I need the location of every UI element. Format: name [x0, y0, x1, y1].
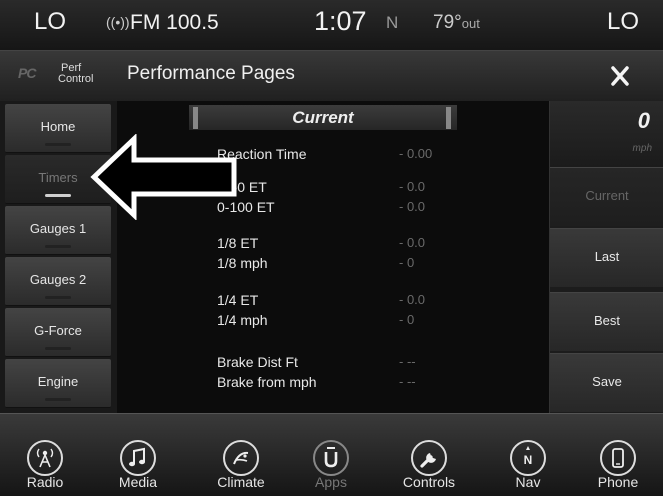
save-button-label: Save [592, 374, 622, 389]
nav-item-label: Gauges 1 [29, 221, 87, 236]
temperature-value: 79° [433, 12, 462, 33]
dock-label: Apps [315, 474, 347, 490]
nav-item-label: Engine [37, 374, 79, 389]
nav-indicator [45, 347, 71, 350]
timer-label: Brake from mph [217, 374, 317, 390]
nav-item-engine[interactable]: Engine [5, 359, 111, 408]
timer-value: - 0.0 [399, 199, 426, 214]
timer-value: - 0.0 [399, 179, 426, 194]
infotainment-screen: LO ((•)) FM 100.5 1:07 N 79°out LO PC Pe… [0, 0, 663, 496]
dock-apps[interactable]: Apps [286, 420, 376, 496]
callout-arrow-icon [90, 134, 237, 220]
dock-controls[interactable]: Controls [384, 420, 474, 496]
compass-icon: N [524, 446, 533, 467]
dock-label: Phone [597, 474, 639, 490]
nav-item-g-force[interactable]: G-Force [5, 308, 111, 357]
clock: 1:07 [314, 6, 367, 36]
phone-icon [612, 448, 624, 468]
dock-label: Nav [515, 474, 541, 490]
timer-value: - -- [399, 354, 416, 369]
timer-row: Brake from mph - -- [217, 374, 416, 394]
climate-right-setting[interactable]: LO [607, 8, 639, 36]
nav-indicator [45, 245, 71, 248]
current-header: Current [189, 105, 457, 130]
best-button[interactable]: Best [550, 292, 663, 351]
dock-climate[interactable]: Climate [196, 420, 286, 496]
radio-signal-icon: ((•)) [106, 14, 130, 30]
nav-indicator [45, 194, 71, 197]
title-bar: PC Perf Control Performance Pages [0, 50, 663, 102]
dock-label: Radio [26, 474, 64, 490]
timer-row: 1/4 mph - 0 [217, 312, 414, 332]
speed-value: 0 [637, 108, 650, 133]
close-icon [611, 66, 629, 86]
climate-fan-icon [233, 451, 249, 465]
dock-label: Climate [217, 474, 265, 490]
timer-label: Brake Dist Ft [217, 354, 298, 370]
dock-phone[interactable]: Phone [573, 420, 663, 496]
nav-item-gauges-2[interactable]: Gauges 2 [5, 257, 111, 306]
radio-station[interactable]: FM 100.5 [130, 11, 219, 35]
speed-unit: mph [632, 143, 652, 154]
speed-readout: 0 mph [550, 101, 663, 171]
app-dock: Radio Media Climate Apps Controls N Nav … [0, 413, 663, 496]
wrench-icon [420, 453, 436, 468]
brake-group: Brake Dist Ft - -- Brake from mph - -- [217, 354, 416, 394]
dock-media[interactable]: Media [93, 420, 183, 496]
last-button-label: Last [594, 249, 620, 264]
nav-item-label: G-Force [34, 323, 82, 338]
current-header-label: Current [292, 108, 354, 127]
eighth-mile-group: 1/8 ET - 0.0 1/8 mph - 0 [217, 235, 425, 275]
timer-label: 1/8 mph [217, 255, 268, 271]
page-title: Performance Pages [127, 63, 295, 84]
apps-icon [324, 447, 338, 468]
current-button-label: Current [585, 188, 629, 203]
perf-control-label: Perf Control [58, 63, 93, 85]
nav-item-label: Gauges 2 [29, 272, 87, 287]
nav-indicator [45, 398, 71, 401]
current-button[interactable]: Current [550, 167, 663, 226]
climate-left-setting[interactable]: LO [34, 8, 66, 36]
results-controls: 0 mph Current Last Best Save [549, 101, 663, 413]
save-button[interactable]: Save [550, 353, 663, 412]
dock-radio[interactable]: Radio [0, 420, 90, 496]
timer-value: - 0 [399, 255, 415, 270]
nav-indicator [45, 143, 71, 146]
timer-row: Brake Dist Ft - -- [217, 354, 416, 374]
timer-value: - 0.0 [399, 235, 426, 250]
quarter-mile-group: 1/4 ET - 0.0 1/4 mph - 0 [217, 292, 425, 332]
music-note-icon [129, 447, 145, 467]
timer-value: - 0.0 [399, 292, 426, 307]
status-bar: LO ((•)) FM 100.5 1:07 N 79°out LO [0, 0, 663, 50]
outside-temperature: 79°out [433, 12, 480, 34]
dock-nav[interactable]: N Nav [483, 420, 573, 496]
timer-row: 1/4 ET - 0.0 [217, 292, 425, 312]
dock-label: Controls [402, 474, 456, 490]
header-marker-right [446, 107, 451, 129]
timer-row: 1/8 mph - 0 [217, 255, 414, 275]
temperature-suffix: out [461, 16, 480, 31]
radio-icon [36, 448, 54, 468]
performance-control-logo: PC [18, 65, 36, 81]
perf-label-line2: Control [58, 73, 94, 85]
timer-value: - 0 [399, 312, 415, 327]
nav-item-label: Home [40, 119, 76, 134]
last-button[interactable]: Last [550, 228, 663, 287]
timer-row: 1/8 ET - 0.0 [217, 235, 425, 255]
timer-label: 1/8 ET [217, 235, 259, 251]
best-button-label: Best [593, 313, 620, 328]
dock-label: Media [118, 474, 158, 490]
close-button[interactable] [600, 57, 640, 95]
timer-label: 1/4 mph [217, 312, 268, 328]
svg-text:N: N [524, 453, 533, 467]
compass-heading: N [386, 13, 399, 32]
nav-indicator [45, 296, 71, 299]
timer-value: - -- [399, 374, 416, 389]
timer-label: 1/4 ET [217, 292, 259, 308]
timer-value: - 0.00 [399, 146, 433, 161]
